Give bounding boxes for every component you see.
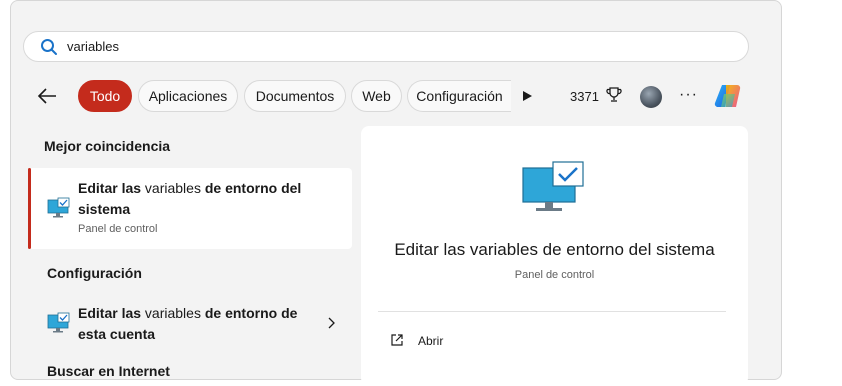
open-icon: [391, 334, 403, 346]
search-box[interactable]: variables: [23, 31, 749, 62]
best-match-subtitle: Panel de control: [78, 223, 158, 235]
chevron-right-icon[interactable]: [326, 316, 336, 330]
search-input[interactable]: variables: [67, 39, 119, 54]
detail-subtitle: Panel de control: [514, 269, 595, 281]
best-match-title: Editar las variables de entorno del sist…: [78, 180, 302, 217]
open-action-button[interactable]: Abrir: [418, 334, 443, 348]
scroll-right-icon[interactable]: [520, 89, 534, 103]
filter-tab-aplicaciones[interactable]: Aplicaciones: [138, 80, 238, 112]
user-account-settings-icon: [47, 312, 70, 333]
back-arrow-icon[interactable]: [36, 86, 58, 106]
user-avatar[interactable]: [640, 86, 662, 108]
settings-heading: Configuración: [47, 265, 142, 281]
trophy-icon[interactable]: [605, 86, 623, 104]
more-options-icon[interactable]: ···: [679, 86, 698, 104]
best-match-heading: Mejor coincidencia: [44, 138, 171, 154]
settings-result-title: Editar las variables de entorno de esta …: [78, 305, 298, 342]
detail-title: Editar las variables de entorno del sist…: [394, 240, 715, 259]
selection-indicator: [28, 168, 31, 249]
web-search-heading: Buscar en Internet: [47, 363, 170, 379]
detail-panel: Editar las variables de entorno del sist…: [361, 126, 748, 386]
filter-tab-documentos[interactable]: Documentos: [244, 80, 346, 112]
rewards-points: 3371: [570, 89, 599, 104]
system-properties-icon: [47, 197, 70, 218]
filter-tab-todo[interactable]: Todo: [78, 80, 132, 112]
detail-divider: [378, 311, 726, 312]
copilot-icon[interactable]: [713, 82, 743, 110]
filter-tab-web[interactable]: Web: [351, 80, 402, 112]
filter-tab-configuracion[interactable]: Configuración: [407, 80, 511, 112]
system-properties-large-icon: [522, 161, 584, 211]
search-icon: [41, 39, 57, 55]
